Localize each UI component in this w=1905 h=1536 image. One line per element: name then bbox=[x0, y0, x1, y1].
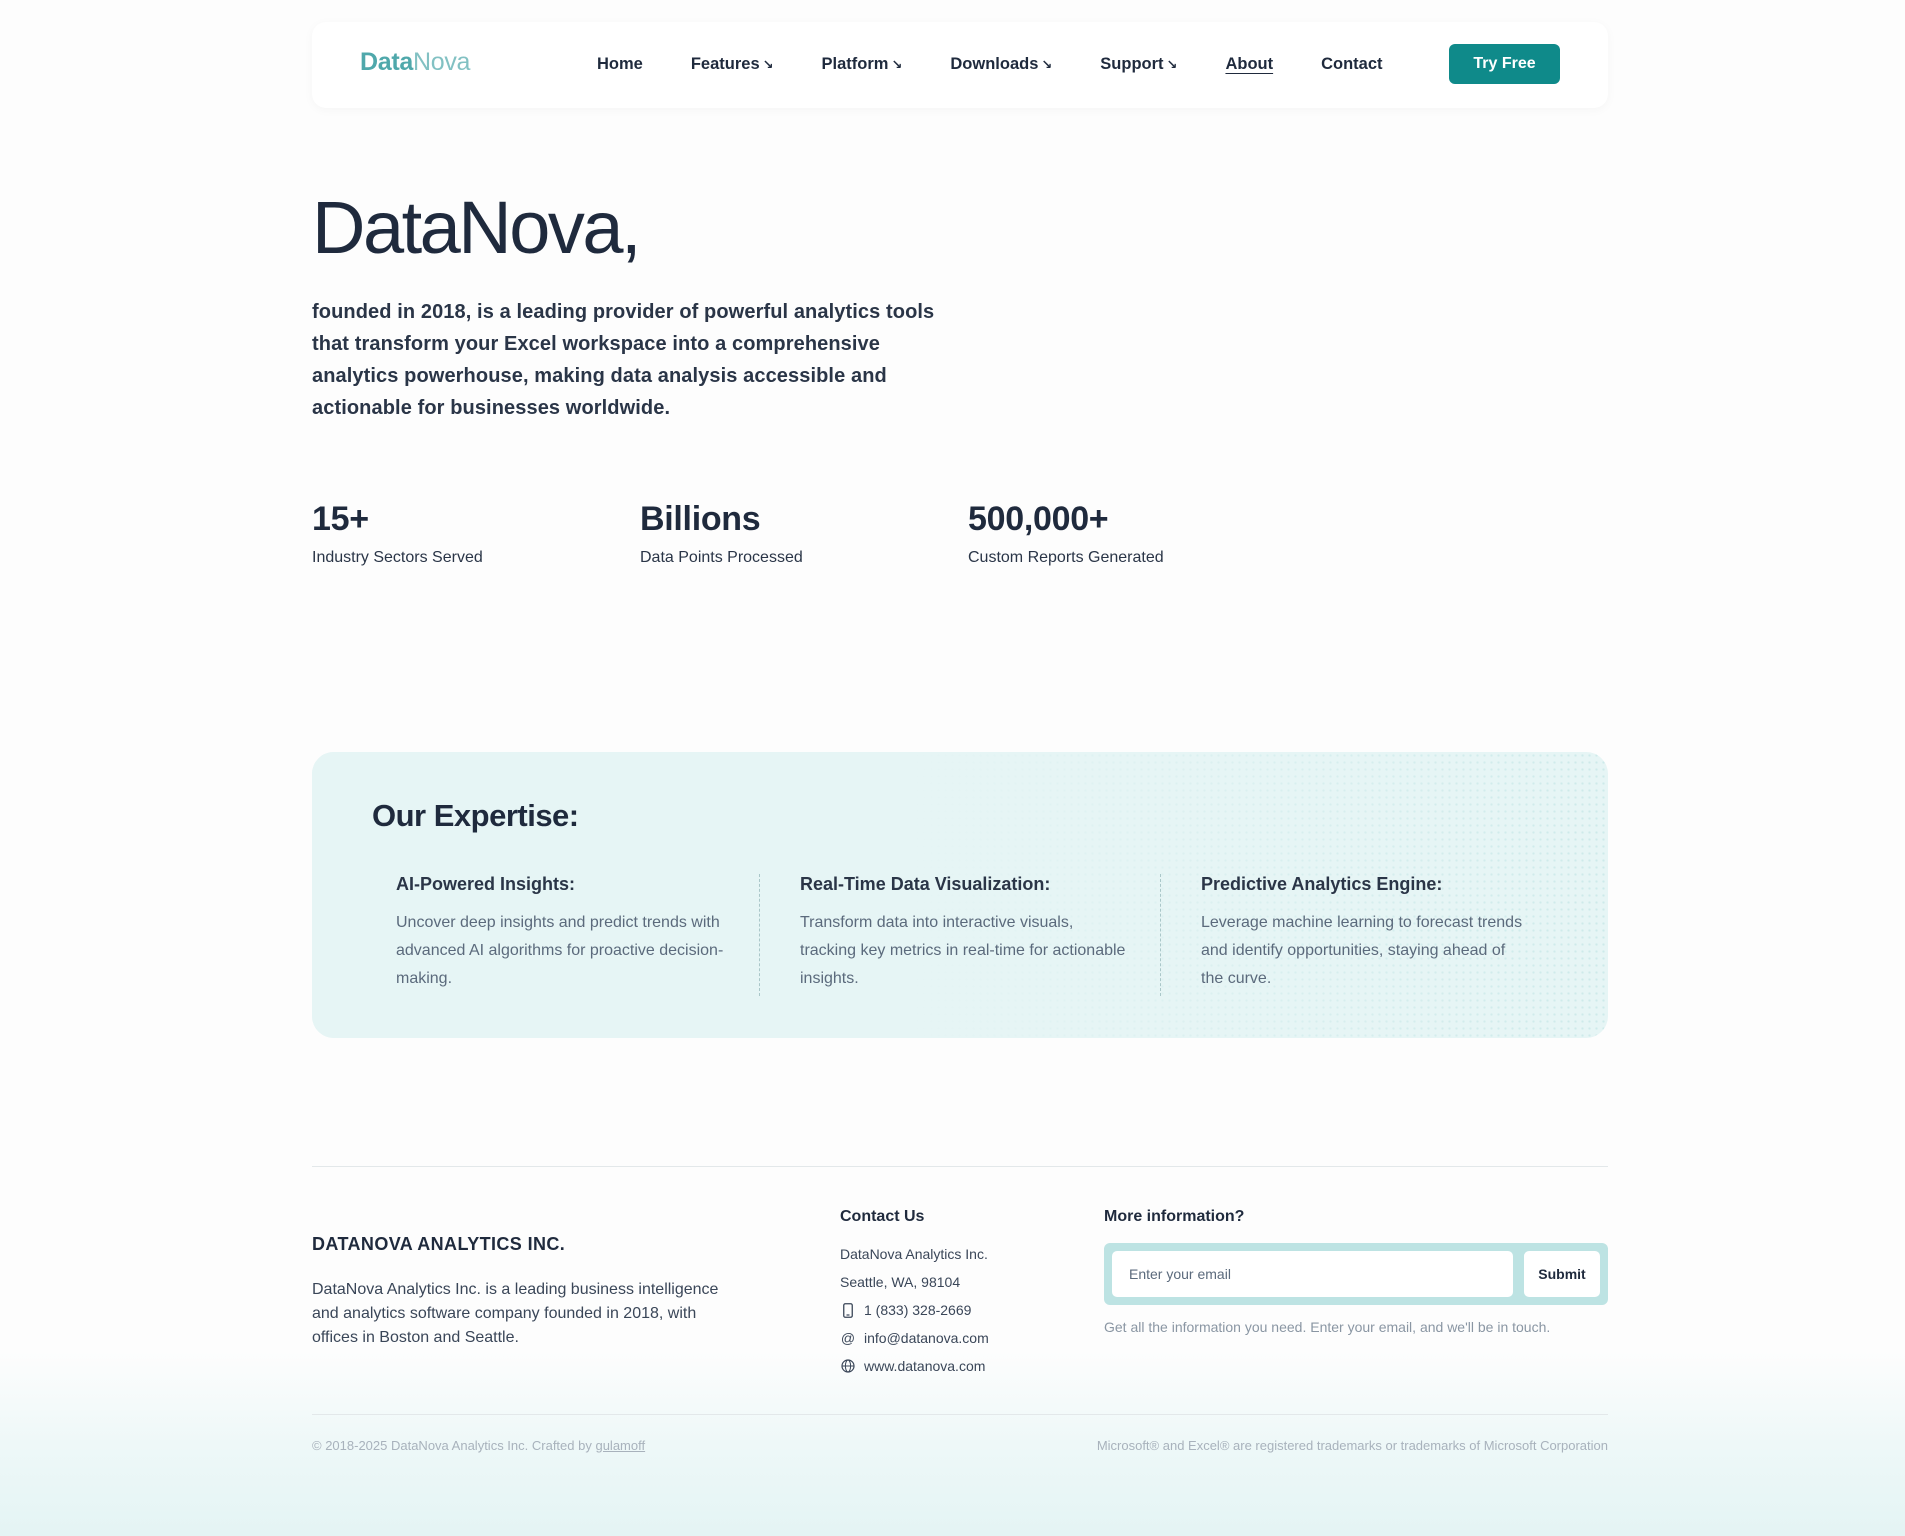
nav-item-label: Features bbox=[690, 55, 760, 73]
arrow-down-right-icon: ↘ bbox=[1041, 57, 1053, 72]
subscribe-form: Submit bbox=[1104, 1243, 1608, 1305]
arrow-down-right-icon: ↘ bbox=[762, 57, 774, 72]
footer-divider bbox=[312, 1166, 1608, 1167]
email-input[interactable] bbox=[1112, 1251, 1513, 1297]
footer-subscribe: More information? Submit Get all the inf… bbox=[1104, 1208, 1608, 1335]
submit-button[interactable]: Submit bbox=[1524, 1251, 1600, 1297]
stat-label: Industry Sectors Served bbox=[312, 549, 483, 566]
expertise-item: Predictive Analytics Engine: Leverage ma… bbox=[1201, 874, 1531, 993]
stat-value: 500,000+ bbox=[968, 500, 1109, 538]
expertise-text: Uncover deep insights and predict trends… bbox=[396, 914, 724, 987]
main-menu: Home Features ↘ Platform ↘ Downloads ↘ Supp… bbox=[597, 55, 1431, 74]
subscribe-title: More information? bbox=[1104, 1208, 1245, 1225]
divider bbox=[759, 874, 760, 996]
expertise-heading: Predictive Analytics Engine: bbox=[1201, 874, 1443, 894]
stat-value: Billions bbox=[640, 500, 761, 538]
contact-title: Contact Us bbox=[840, 1208, 925, 1225]
expertise-heading: AI-Powered Insights: bbox=[396, 874, 576, 894]
nav-item-support[interactable]: Support ↘ bbox=[1100, 55, 1177, 74]
trademark-notice: Microsoft® and Excel® are registered tra… bbox=[1096, 1438, 1608, 1453]
expertise-item: AI-Powered Insights: Uncover deep insigh… bbox=[396, 874, 726, 993]
expertise-text: Leverage machine learning to forecast tr… bbox=[1201, 914, 1523, 987]
expertise-section: Our Expertise: AI-Powered Insights: Unco… bbox=[312, 752, 1608, 1038]
contact-address: Seattle, WA, 98104 bbox=[840, 1274, 961, 1290]
logo[interactable]: DataNova bbox=[360, 48, 470, 77]
try-free-button[interactable]: Try Free bbox=[1449, 44, 1560, 84]
nav-item-label: Home bbox=[597, 55, 643, 73]
expertise-item: Real-Time Data Visualization: Transform … bbox=[800, 874, 1130, 993]
footer-description: DataNova Analytics Inc. is a leading bus… bbox=[312, 1281, 719, 1346]
phone-icon bbox=[840, 1302, 856, 1318]
nav-item-label: Support bbox=[1100, 55, 1164, 73]
nav-item-contact[interactable]: Contact bbox=[1321, 55, 1382, 74]
nav-item-label: Downloads bbox=[950, 55, 1039, 73]
expertise-heading: Real-Time Data Visualization: bbox=[800, 874, 1051, 894]
at-icon: @ bbox=[840, 1330, 856, 1346]
website-text: www.datanova.com bbox=[864, 1358, 986, 1374]
nav-item-about[interactable]: About bbox=[1225, 55, 1273, 74]
stat-value: 15+ bbox=[312, 500, 369, 538]
contact-company: DataNova Analytics Inc. bbox=[840, 1246, 988, 1262]
copyright-text: © 2018-2025 DataNova Analytics Inc. Craf… bbox=[312, 1438, 592, 1453]
expertise-title: Our Expertise: bbox=[372, 798, 579, 833]
footer-bottom-divider bbox=[312, 1414, 1608, 1415]
subscribe-note: Get all the information you need. Enter … bbox=[1104, 1319, 1551, 1335]
divider bbox=[1160, 874, 1161, 996]
arrow-down-right-icon: ↘ bbox=[891, 57, 903, 72]
page-title: DataNova, bbox=[312, 186, 642, 269]
globe-icon bbox=[840, 1359, 856, 1373]
contact-phone[interactable]: 1 (833) 328-2669 bbox=[840, 1296, 989, 1324]
hero-description: founded in 2018, is a leading provider o… bbox=[312, 301, 935, 419]
footer-contact: Contact Us DataNova Analytics Inc. Seatt… bbox=[840, 1208, 989, 1380]
author-link[interactable]: gulamoff bbox=[595, 1438, 645, 1453]
nav-item-label: Contact bbox=[1321, 55, 1383, 73]
stat-label: Custom Reports Generated bbox=[968, 549, 1164, 566]
email-text: info@datanova.com bbox=[864, 1330, 989, 1346]
logo-part-data: Data bbox=[360, 48, 413, 76]
stat-item: 500,000+ Custom Reports Generated bbox=[968, 500, 1164, 567]
logo-part-nova: Nova bbox=[413, 48, 471, 76]
nav-item-platform[interactable]: Platform ↘ bbox=[822, 55, 903, 74]
arrow-down-right-icon: ↘ bbox=[1166, 57, 1178, 72]
stat-item: Billions Data Points Processed bbox=[640, 500, 803, 567]
contact-email[interactable]: @ info@datanova.com bbox=[840, 1324, 989, 1352]
top-navigation: DataNova Home Features ↘ Platform ↘ Downlo… bbox=[312, 22, 1608, 108]
nav-item-downloads[interactable]: Downloads ↘ bbox=[950, 55, 1052, 74]
phone-text: 1 (833) 328-2669 bbox=[864, 1302, 972, 1318]
contact-website[interactable]: www.datanova.com bbox=[840, 1352, 989, 1380]
stat-item: 15+ Industry Sectors Served bbox=[312, 500, 483, 567]
nav-item-label: About bbox=[1225, 55, 1274, 73]
expertise-text: Transform data into interactive visuals,… bbox=[800, 914, 1126, 987]
nav-item-home[interactable]: Home bbox=[597, 55, 643, 74]
nav-item-features[interactable]: Features ↘ bbox=[691, 55, 774, 74]
stat-label: Data Points Processed bbox=[640, 549, 803, 566]
nav-item-label: Platform bbox=[821, 55, 889, 73]
